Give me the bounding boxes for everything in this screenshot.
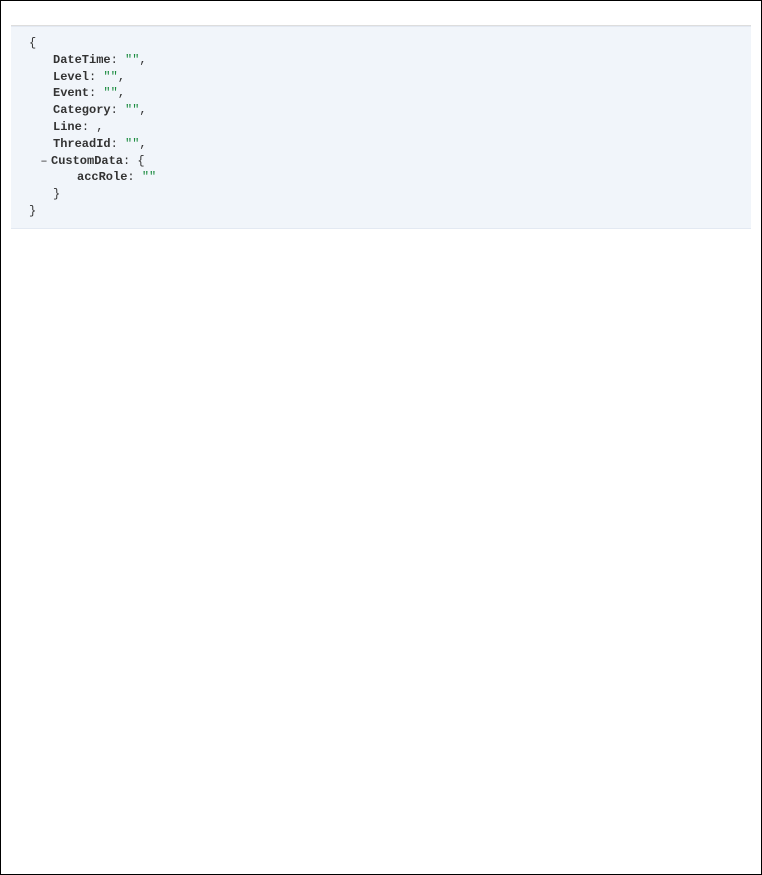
detail-accrole: "": [142, 170, 156, 184]
detail-event: "": [103, 86, 117, 100]
collapse-toggle-icon[interactable]: –: [39, 153, 49, 170]
breadcrumb-table: [11, 17, 751, 26]
detail-level: "": [103, 70, 117, 84]
detail-category: "": [125, 103, 139, 117]
col-timestamp: [51, 17, 141, 26]
detail-datetime: "": [125, 53, 139, 67]
detail-threadid: "": [125, 137, 139, 151]
detail-json: { DateTime: "", Level: "", Event: "", Ca…: [11, 26, 751, 229]
col-message: [251, 17, 751, 26]
col-event: [141, 17, 251, 26]
